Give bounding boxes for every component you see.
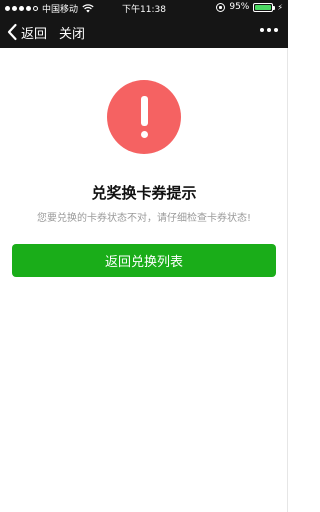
battery-percent: 95% bbox=[229, 2, 250, 12]
status-bar: 中国移动 下午11:38 95% ⚡ bbox=[0, 0, 288, 16]
charging-icon: ⚡ bbox=[277, 2, 283, 12]
page-description: 您要兑换的卡券状态不对，请仔细检查卡券状态! bbox=[36, 213, 251, 224]
divider bbox=[287, 48, 288, 512]
page-title: 兑奖换卡券提示 bbox=[91, 184, 197, 202]
close-button[interactable]: 关闭 bbox=[59, 23, 85, 42]
battery-icon bbox=[253, 2, 276, 12]
back-label: 返回 bbox=[21, 26, 48, 42]
nav-bar: 返回 关闭 bbox=[0, 16, 288, 48]
return-exchange-list-button[interactable]: 返回兑换列表 bbox=[12, 244, 276, 277]
back-button[interactable]: 返回 bbox=[6, 23, 47, 42]
chevron-left-icon bbox=[7, 23, 17, 41]
rotation-lock-icon bbox=[216, 2, 226, 12]
exclamation-icon bbox=[107, 80, 181, 154]
more-dots-icon[interactable] bbox=[260, 28, 278, 32]
page-content: 兑奖换卡券提示 您要兑换的卡券状态不对，请仔细检查卡券状态! 返回兑换列表 bbox=[0, 48, 288, 512]
